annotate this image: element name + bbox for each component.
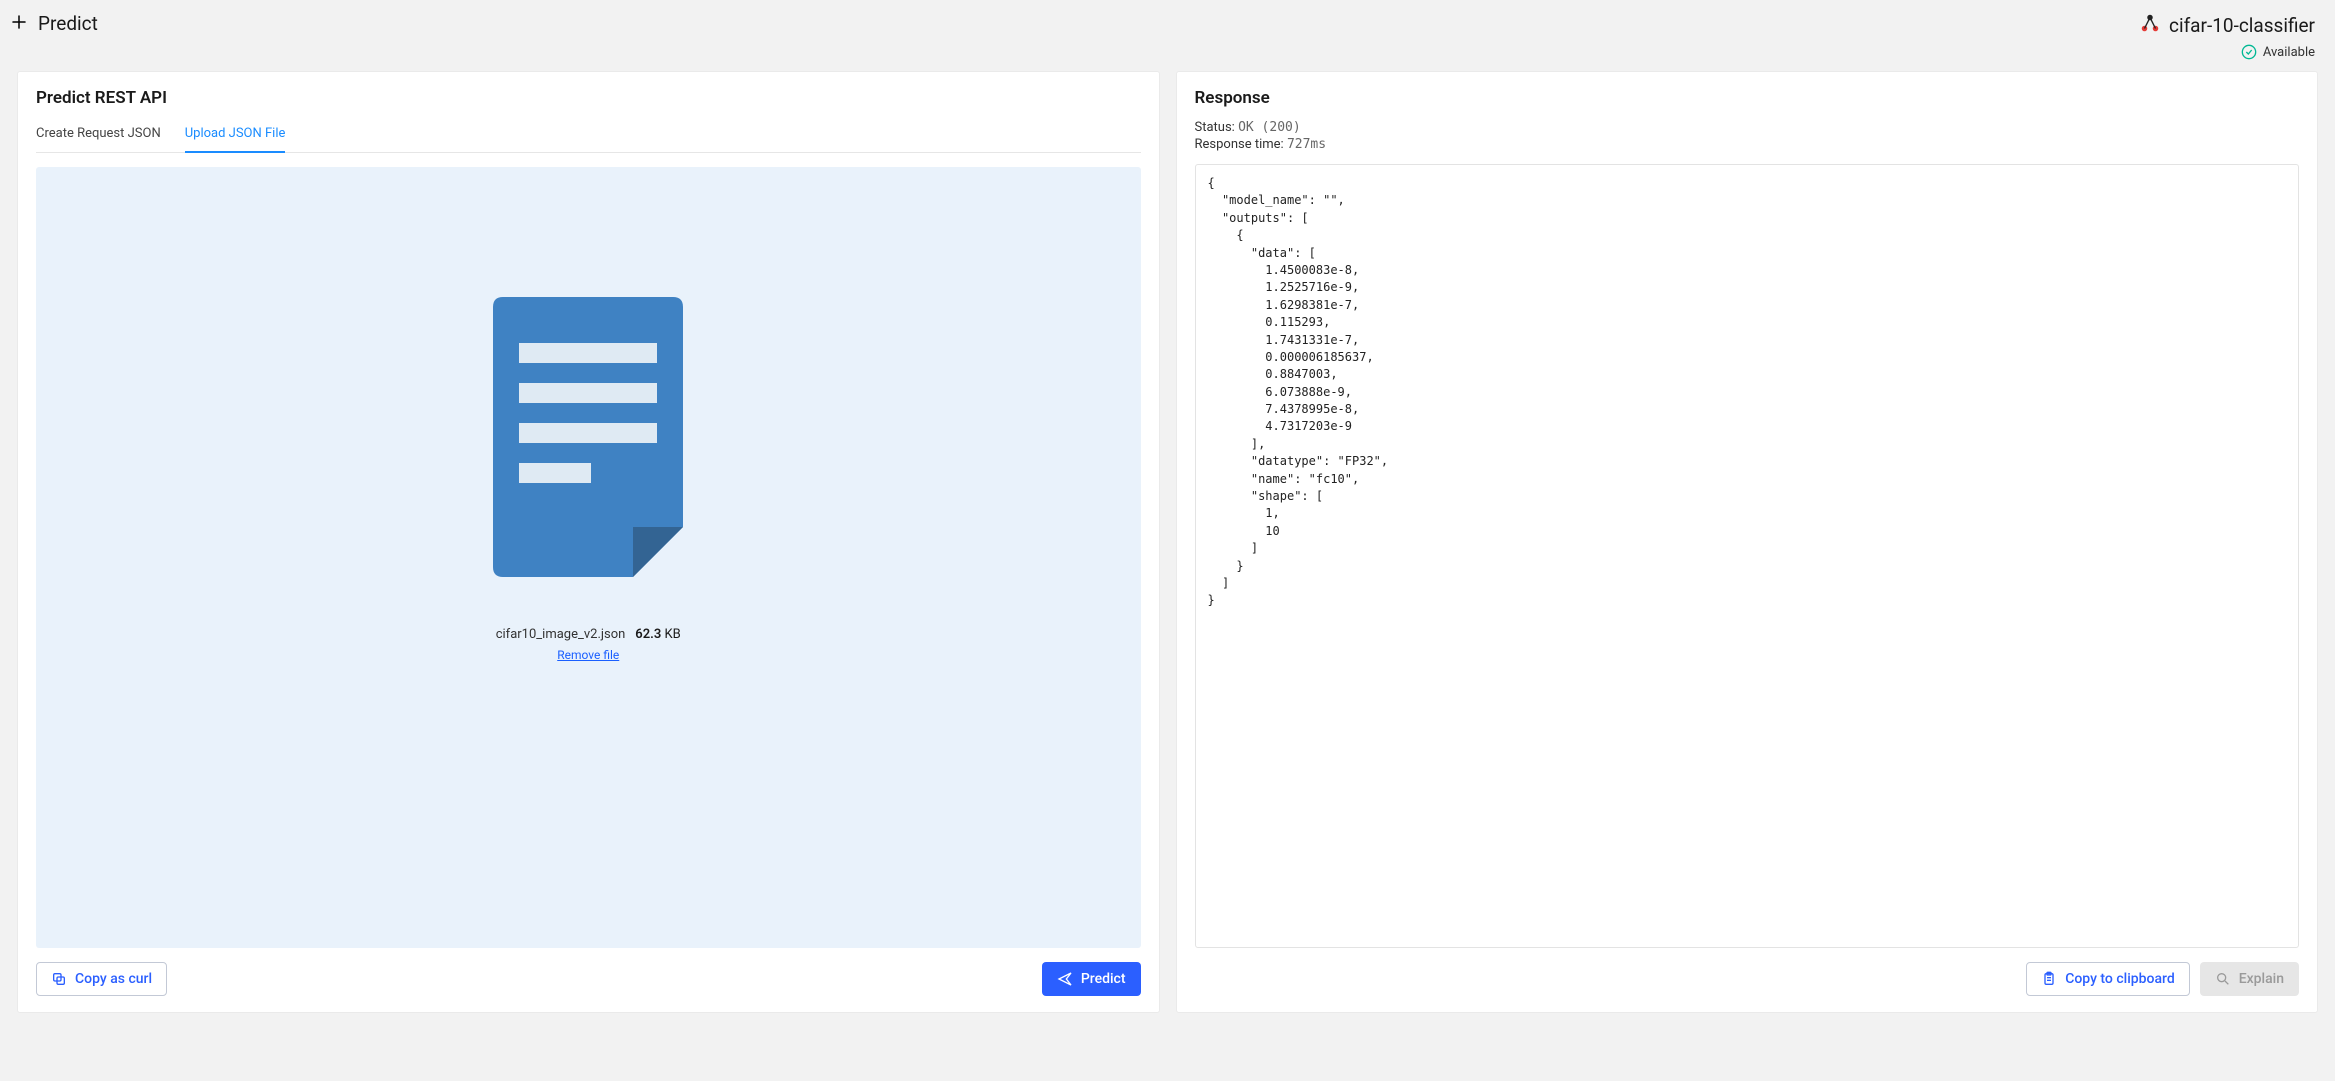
- copy-as-curl-label: Copy as curl: [75, 971, 152, 987]
- explain-button-label: Explain: [2239, 971, 2284, 987]
- copy-as-curl-button[interactable]: Copy as curl: [36, 962, 167, 996]
- copy-to-clipboard-label: Copy to clipboard: [2065, 971, 2175, 987]
- response-time-value: 727ms: [1287, 137, 1326, 152]
- availability-label: Available: [2263, 45, 2315, 60]
- status-label: Status:: [1195, 120, 1235, 135]
- uploaded-file-name: cifar10_image_v2.json: [496, 627, 626, 642]
- response-panel: Response Status: OK (200) Response time:…: [1177, 72, 2318, 1012]
- plus-icon: [10, 13, 28, 34]
- response-time-label: Response time:: [1195, 137, 1284, 152]
- explain-button[interactable]: Explain: [2200, 962, 2299, 996]
- page-title: Predict: [38, 12, 98, 35]
- model-name: cifar-10-classifier: [2169, 14, 2315, 37]
- tab-create-request-json[interactable]: Create Request JSON: [36, 120, 161, 153]
- search-icon: [2215, 971, 2231, 987]
- tabs: Create Request JSON Upload JSON File: [36, 120, 1141, 153]
- predict-panel-title: Predict REST API: [36, 88, 1141, 108]
- tab-upload-json-file[interactable]: Upload JSON File: [185, 120, 286, 153]
- predict-panel: Predict REST API Create Request JSON Upl…: [18, 72, 1159, 1012]
- upload-dropzone[interactable]: cifar10_image_v2.json 62.3 KB Remove fil…: [36, 167, 1141, 948]
- response-body[interactable]: { "model_name": "", "outputs": [ { "data…: [1195, 164, 2300, 948]
- clipboard-icon: [2041, 971, 2057, 987]
- copy-icon: [51, 971, 67, 987]
- uploaded-file-size-unit: KB: [665, 627, 681, 642]
- send-icon: [1057, 971, 1073, 987]
- response-panel-title: Response: [1195, 88, 2300, 108]
- remove-file-link[interactable]: Remove file: [557, 648, 619, 662]
- uploaded-file-size: 62.3: [635, 627, 661, 642]
- predict-button-label: Predict: [1081, 971, 1126, 987]
- predict-button[interactable]: Predict: [1042, 962, 1141, 996]
- availability-status: Available: [2241, 44, 2315, 60]
- status-value: OK (200): [1238, 120, 1301, 135]
- copy-to-clipboard-button[interactable]: Copy to clipboard: [2026, 962, 2190, 996]
- file-icon: [483, 297, 693, 577]
- model-logo-icon: [2139, 12, 2161, 38]
